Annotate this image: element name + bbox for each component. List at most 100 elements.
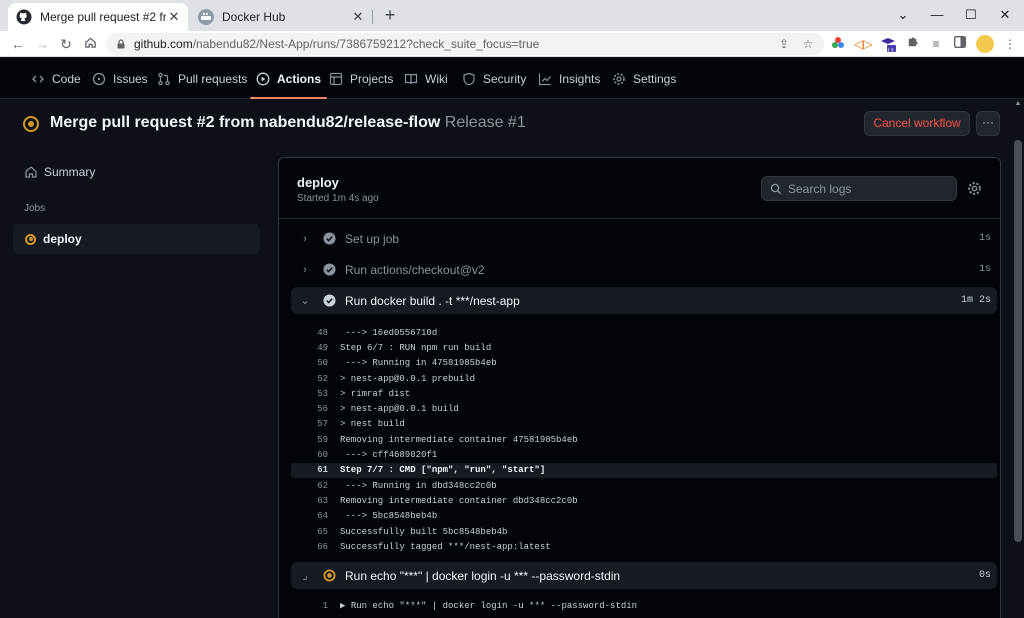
log-line-text: ---> Running in 47581985b4eb bbox=[340, 358, 497, 369]
step-duration: 1s bbox=[978, 264, 991, 275]
log-line: 65 Successfully built 5bc8548beb4b bbox=[291, 524, 997, 539]
log-line-number[interactable]: 53 bbox=[291, 389, 328, 399]
browser-menu-icon[interactable]: ⋮ bbox=[1002, 36, 1018, 52]
log-line-text: ---> 5bc8548beb4b bbox=[340, 511, 438, 522]
search-logs-field[interactable] bbox=[761, 176, 957, 201]
side-panel-icon[interactable] bbox=[952, 35, 968, 52]
reading-list-icon[interactable]: ≡ bbox=[928, 36, 944, 52]
tab-projects[interactable]: Projects bbox=[329, 58, 393, 99]
log-line-number[interactable]: 66 bbox=[291, 542, 328, 552]
log-line-number[interactable]: 50 bbox=[291, 358, 328, 368]
tab-code[interactable]: Code bbox=[31, 58, 81, 99]
log-line-number[interactable]: 61 bbox=[291, 465, 328, 475]
log-line-number[interactable]: 48 bbox=[291, 328, 328, 338]
sidebar-item-summary[interactable]: Summary bbox=[24, 165, 95, 179]
chevron-down-icon: ⌄ bbox=[300, 295, 310, 307]
lock-icon bbox=[117, 39, 125, 49]
tab-insights-label: Insights bbox=[559, 71, 601, 86]
log-line-text: > nest-app@0.0.1 prebuild bbox=[340, 373, 476, 384]
play-icon bbox=[256, 72, 270, 86]
log-line-number[interactable]: 62 bbox=[291, 481, 328, 491]
log-line-text: ---> cff4689020f1 bbox=[340, 450, 438, 461]
log-line: 57 > nest build bbox=[291, 417, 997, 432]
log-line: 49 Step 6/7 : RUN npm run build bbox=[291, 340, 997, 355]
address-bar[interactable]: github.com/nabendu82/Nest-App/runs/73867… bbox=[106, 33, 824, 55]
step-set-up-job[interactable]: › Set up job 1s bbox=[291, 225, 997, 252]
github-favicon-icon bbox=[16, 9, 32, 25]
graduation-extension-icon[interactable]: 12 bbox=[880, 36, 896, 55]
tab-actions[interactable]: Actions bbox=[249, 58, 328, 99]
log-line-number[interactable]: 57 bbox=[291, 419, 328, 429]
close-tab-icon[interactable]: ✕ bbox=[350, 9, 366, 25]
log-line: 66 Successfully tagged ***/nest-app:lates… bbox=[291, 539, 997, 554]
tab-insights[interactable]: Insights bbox=[538, 58, 600, 99]
tab-security[interactable]: Security bbox=[462, 58, 526, 99]
jobs-heading: Jobs bbox=[24, 203, 46, 214]
log-line-number[interactable]: 60 bbox=[291, 450, 328, 460]
url-host: github.com bbox=[134, 37, 193, 51]
log-line: 61 Step 7/7 : CMD ["npm", "run", "start"] bbox=[291, 462, 997, 478]
maximize-icon[interactable]: ☐ bbox=[954, 0, 988, 31]
log-line-text: ---> 16ed0556710d bbox=[340, 327, 438, 338]
share-icon[interactable]: ⇪ bbox=[776, 36, 792, 52]
puzzle-extensions-icon[interactable] bbox=[904, 36, 920, 52]
scrollbar-thumb[interactable] bbox=[1014, 140, 1022, 542]
minimize-icon[interactable]: — bbox=[920, 0, 954, 31]
reload-icon[interactable]: ↻ bbox=[56, 34, 76, 54]
workflow-label: Release #1 bbox=[444, 114, 526, 131]
scroll-up-arrow-icon[interactable]: ▲ bbox=[1013, 100, 1023, 110]
log-line-number[interactable]: 49 bbox=[291, 343, 328, 353]
step-docker-build[interactable]: ⌄ Run docker build . -t ***/nest-app 1m … bbox=[291, 287, 997, 314]
log-line-number[interactable]: 59 bbox=[291, 435, 328, 445]
log-line: 48 ---> 16ed0556710d bbox=[291, 325, 997, 340]
tab-search-icon[interactable]: ⌄ bbox=[886, 0, 920, 31]
chevron-down-icon: ⌟ bbox=[302, 570, 308, 582]
step-label: Run actions/checkout@v2 bbox=[345, 262, 485, 277]
url-path: /nabendu82/Nest-App/runs/7386759212?chec… bbox=[192, 37, 540, 51]
log-line-text: > rimraf dist bbox=[340, 388, 411, 399]
cancel-workflow-button[interactable]: Cancel workflow bbox=[864, 111, 970, 136]
tab-title: Merge pull request #2 from nabendu82/rel… bbox=[40, 10, 166, 24]
job-started: Started 1m 4s ago bbox=[297, 193, 379, 204]
log-line-number[interactable]: 65 bbox=[291, 527, 328, 537]
back-arrow-icon[interactable]: ← bbox=[8, 34, 28, 54]
color-extension-icon[interactable] bbox=[830, 36, 846, 52]
step-docker-login[interactable]: ⌟ Run echo "***" | docker login -u *** -… bbox=[291, 562, 997, 589]
profile-avatar[interactable] bbox=[976, 35, 994, 53]
log-line-number[interactable]: 1 bbox=[291, 601, 328, 611]
home-icon bbox=[25, 166, 37, 178]
sidebar-item-deploy[interactable]: deploy bbox=[13, 224, 260, 254]
close-window-icon[interactable]: ✕ bbox=[988, 0, 1022, 31]
tab-wiki[interactable]: Wiki bbox=[404, 58, 448, 99]
close-tab-icon[interactable]: ✕ bbox=[166, 9, 182, 25]
tab-pull-requests[interactable]: Pull requests bbox=[157, 58, 247, 99]
step-duration: 0s bbox=[978, 570, 991, 581]
new-tab-icon[interactable]: + bbox=[380, 5, 400, 25]
in-progress-status-icon bbox=[323, 569, 336, 582]
search-logs-input[interactable] bbox=[788, 181, 948, 196]
log-line-text: Successfully built 5bc8548beb4b bbox=[340, 526, 508, 537]
search-icon bbox=[770, 183, 782, 194]
tab-settings[interactable]: Settings bbox=[612, 58, 676, 99]
log-line-number[interactable]: 56 bbox=[291, 404, 328, 414]
check-circle-icon bbox=[323, 263, 336, 276]
browser-tab-dockerhub[interactable]: Docker Hub ✕ bbox=[190, 3, 372, 31]
more-options-button[interactable]: ··· bbox=[976, 111, 1000, 136]
tab-issues[interactable]: Issues bbox=[92, 58, 148, 99]
cast-extension-icon[interactable]: ◁▷ bbox=[854, 36, 872, 52]
log-line-text: Step 6/7 : RUN npm run build bbox=[340, 342, 492, 353]
tab-pull-requests-label: Pull requests bbox=[178, 71, 248, 86]
docker-login-log: 1 ▶ Run echo "***" | docker login -u *** … bbox=[291, 598, 997, 613]
log-line: 1 ▶ Run echo "***" | docker login -u *** … bbox=[291, 598, 997, 613]
step-checkout[interactable]: › Run actions/checkout@v2 1s bbox=[291, 256, 997, 283]
docker-favicon-icon bbox=[198, 9, 214, 25]
log-settings-gear-icon[interactable] bbox=[967, 181, 982, 196]
log-line-number[interactable]: 52 bbox=[291, 374, 328, 384]
home-icon[interactable] bbox=[80, 34, 100, 54]
log-line-text: Step 7/7 : CMD ["npm", "run", "start"] bbox=[340, 465, 546, 476]
bookmark-star-icon[interactable]: ☆ bbox=[800, 36, 816, 52]
browser-tab-github[interactable]: Merge pull request #2 from nabendu82/rel… bbox=[8, 3, 188, 31]
forward-arrow-icon[interactable]: → bbox=[32, 34, 52, 54]
log-line-number[interactable]: 64 bbox=[291, 511, 328, 521]
log-line-number[interactable]: 63 bbox=[291, 496, 328, 506]
